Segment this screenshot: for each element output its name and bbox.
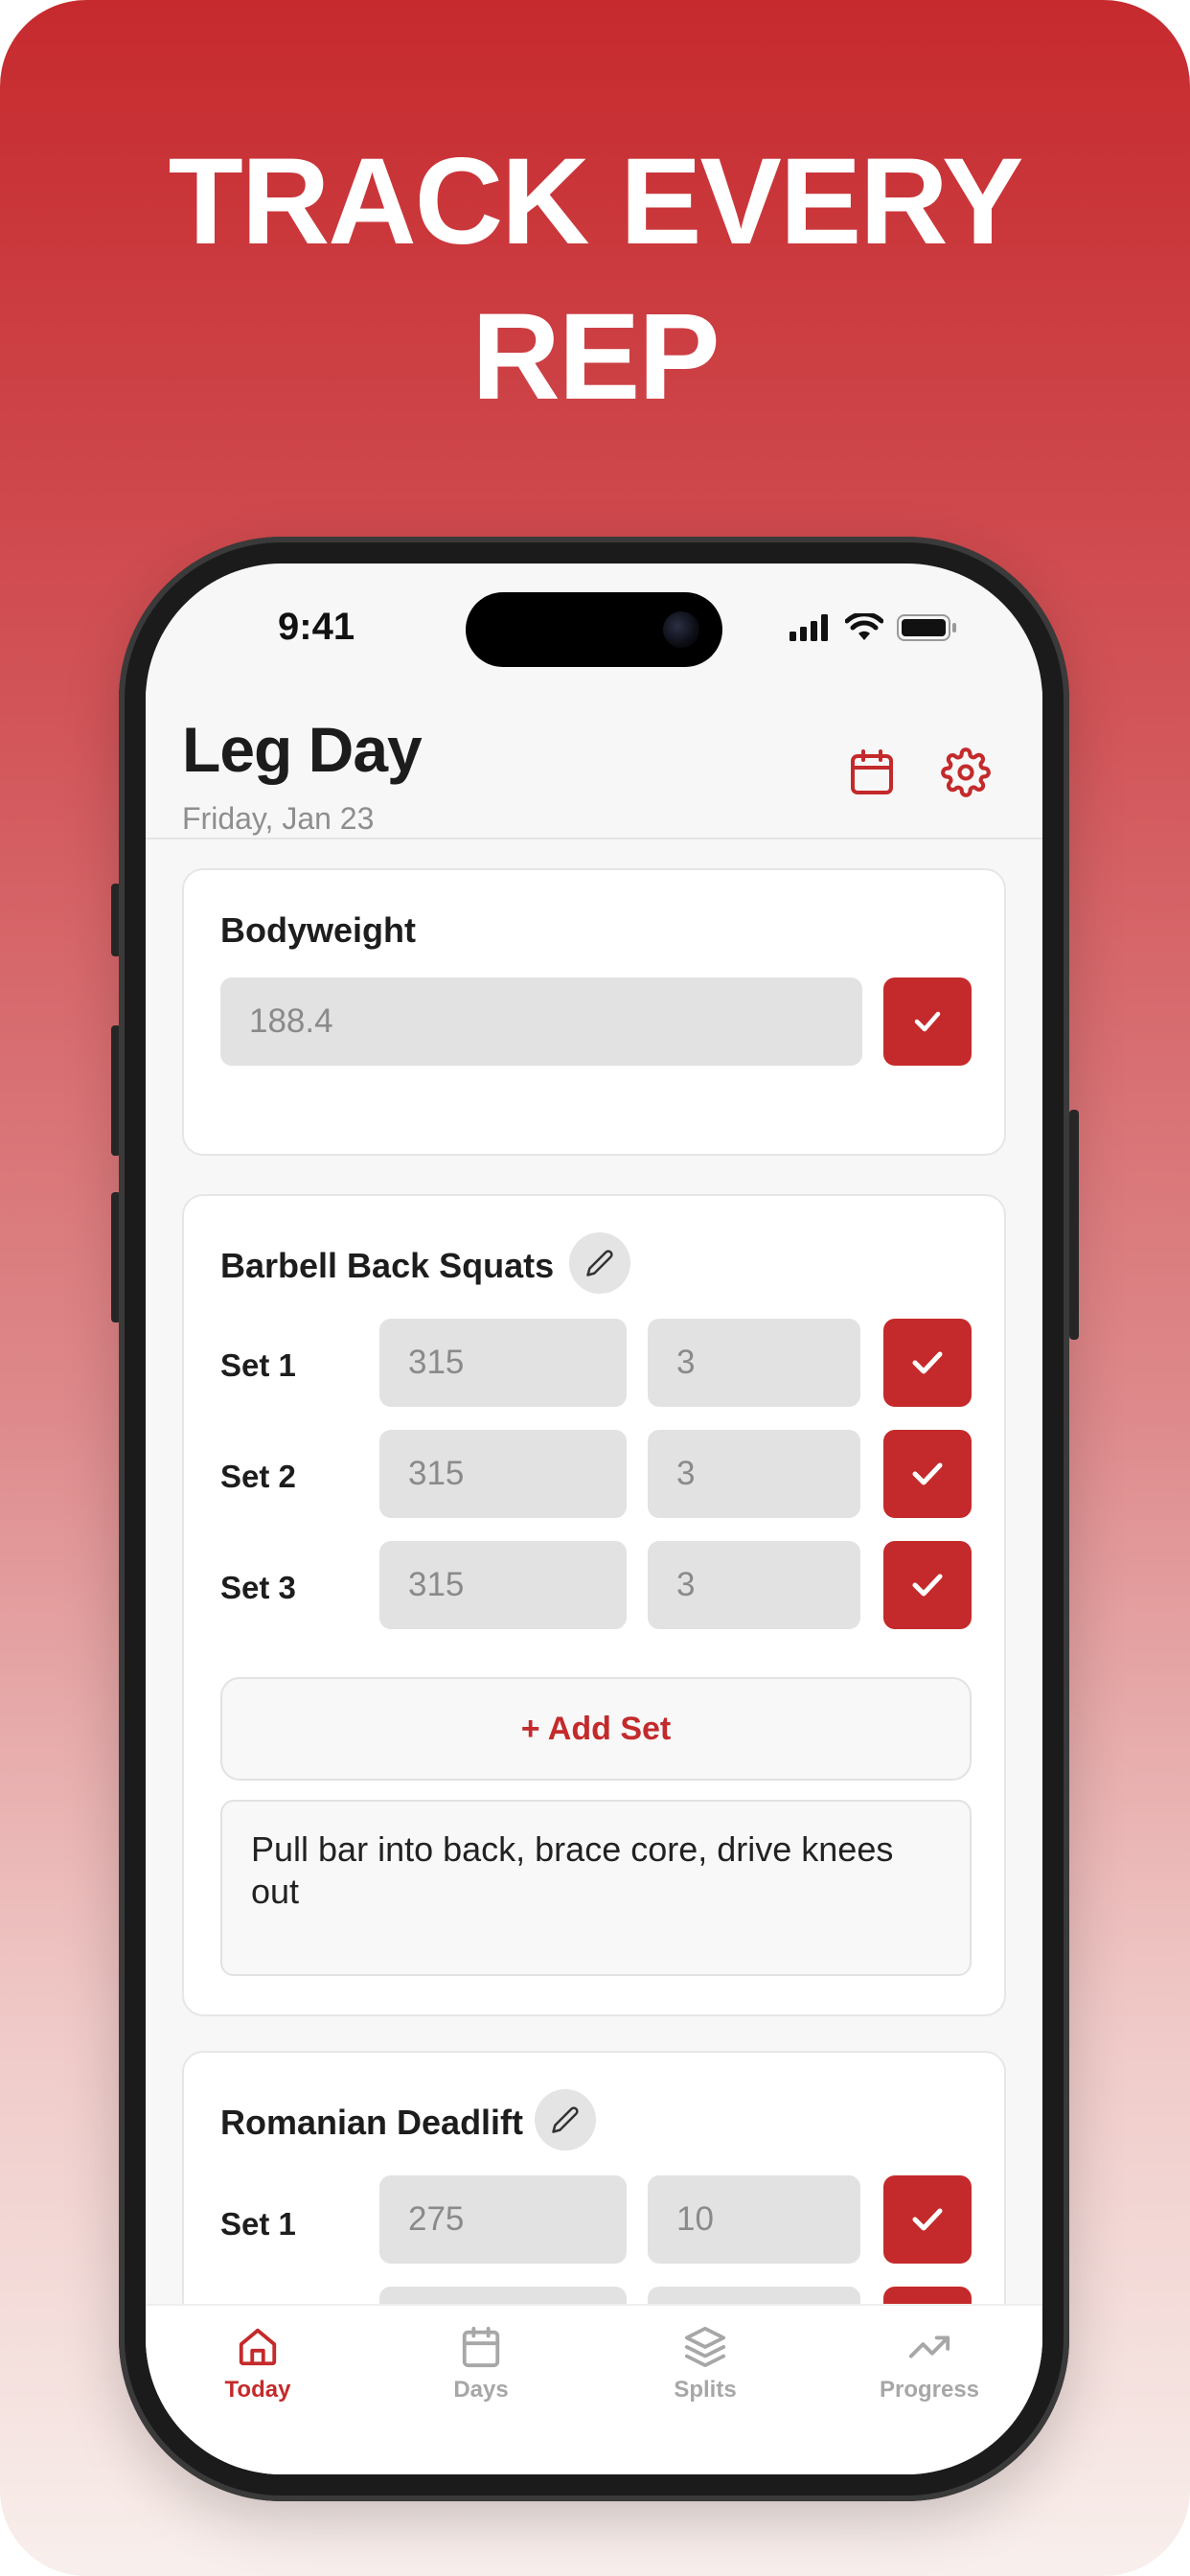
check-icon [912, 1574, 943, 1597]
edit-exercise-button[interactable] [535, 2089, 596, 2150]
exercise-name: Romanian Deadlift [220, 2103, 524, 2142]
cellular-signal-icon [790, 614, 828, 641]
set-complete-button[interactable] [883, 1319, 972, 1407]
phone-frame: 9:41 Leg Day Friday, Jan 23 Bodyweight 1… [119, 537, 1069, 2501]
tab-progress[interactable]: Progress [853, 2325, 1006, 2404]
tab-label: Today [224, 2377, 291, 2403]
headline-line-2: REP [471, 288, 720, 426]
edit-exercise-button[interactable] [569, 1232, 630, 1294]
tab-label: Progress [879, 2377, 980, 2403]
set-label: Set 1 [220, 1347, 296, 1383]
tab-days[interactable]: Days [404, 2325, 558, 2404]
weight-input[interactable] [379, 2287, 627, 2304]
tab-label: Days [453, 2377, 509, 2403]
calendar-icon [462, 2326, 500, 2368]
set-label: Set 1 [220, 2206, 296, 2242]
weight-input[interactable]: 315 [379, 1319, 627, 1407]
bodyweight-input[interactable]: 188.4 [220, 978, 862, 1066]
set-complete-button[interactable] [883, 1541, 972, 1629]
phone-screen: 9:41 Leg Day Friday, Jan 23 Bodyweight 1… [146, 564, 1042, 2474]
wifi-icon [845, 613, 883, 640]
tab-bar: Today Days Splits Progress [146, 2304, 1042, 2474]
pencil-icon [586, 1250, 613, 1276]
reps-input[interactable]: 3 [648, 1541, 860, 1629]
reps-input[interactable] [648, 2287, 860, 2304]
tab-today[interactable]: Today [181, 2325, 334, 2404]
set-label: Set 3 [220, 1570, 296, 1605]
promo-background: TRACK EVERY REP 9:41 Leg Day Friday, Jan… [0, 0, 1190, 2576]
tab-splits[interactable]: Splits [629, 2325, 782, 2404]
headline-line-1: TRACK EVERY [168, 133, 1024, 270]
check-icon [914, 1011, 941, 1032]
set-complete-button[interactable] [883, 2287, 972, 2304]
layers-icon [684, 2326, 726, 2368]
exercise-name: Barbell Back Squats [220, 1246, 555, 1285]
check-icon [912, 1351, 943, 1374]
reps-input[interactable]: 10 [648, 2175, 860, 2264]
page-date: Friday, Jan 23 [182, 801, 375, 836]
gear-icon[interactable] [937, 744, 995, 801]
bodyweight-card: Bodyweight 188.4 [182, 868, 1006, 1156]
battery-icon [897, 614, 956, 641]
tab-label: Splits [674, 2377, 737, 2403]
app-header: Leg Day Friday, Jan 23 [146, 688, 1042, 840]
reps-input[interactable]: 3 [648, 1319, 860, 1407]
status-bar: 9:41 [146, 564, 1042, 698]
exercise-card: Romanian Deadlift Set 1 275 10 [182, 2051, 1006, 2304]
status-time: 9:41 [278, 606, 355, 648]
reps-input[interactable]: 3 [648, 1430, 860, 1518]
bodyweight-confirm-button[interactable] [883, 978, 972, 1066]
check-icon [912, 2208, 943, 2231]
set-complete-button[interactable] [883, 1430, 972, 1518]
pencil-icon [552, 2106, 579, 2133]
promo-headline: TRACK EVERY REP [0, 125, 1190, 435]
trending-up-icon [908, 2335, 950, 2358]
add-set-button[interactable]: + Add Set [220, 1677, 972, 1781]
check-icon [912, 1462, 943, 1485]
status-icons [790, 613, 958, 642]
weight-input[interactable]: 315 [379, 1430, 627, 1518]
page-title: Leg Day [182, 714, 423, 785]
weight-input[interactable]: 275 [379, 2175, 627, 2264]
workout-scroll-area[interactable]: Bodyweight 188.4 Barbell Back Squats Set… [146, 840, 1042, 2304]
calendar-icon[interactable] [843, 744, 901, 801]
home-icon [239, 2328, 277, 2366]
camera-icon [663, 611, 699, 648]
dynamic-island [466, 592, 722, 667]
set-label: Set 2 [220, 1459, 296, 1494]
bodyweight-title: Bodyweight [220, 910, 416, 950]
weight-input[interactable]: 315 [379, 1541, 627, 1629]
exercise-notes-field[interactable]: Pull bar into back, brace core, drive kn… [220, 1800, 972, 1976]
exercise-card: Barbell Back Squats Set 1 315 3 Set 2 31… [182, 1194, 1006, 2016]
set-complete-button[interactable] [883, 2175, 972, 2264]
power-button [1069, 1110, 1079, 1340]
